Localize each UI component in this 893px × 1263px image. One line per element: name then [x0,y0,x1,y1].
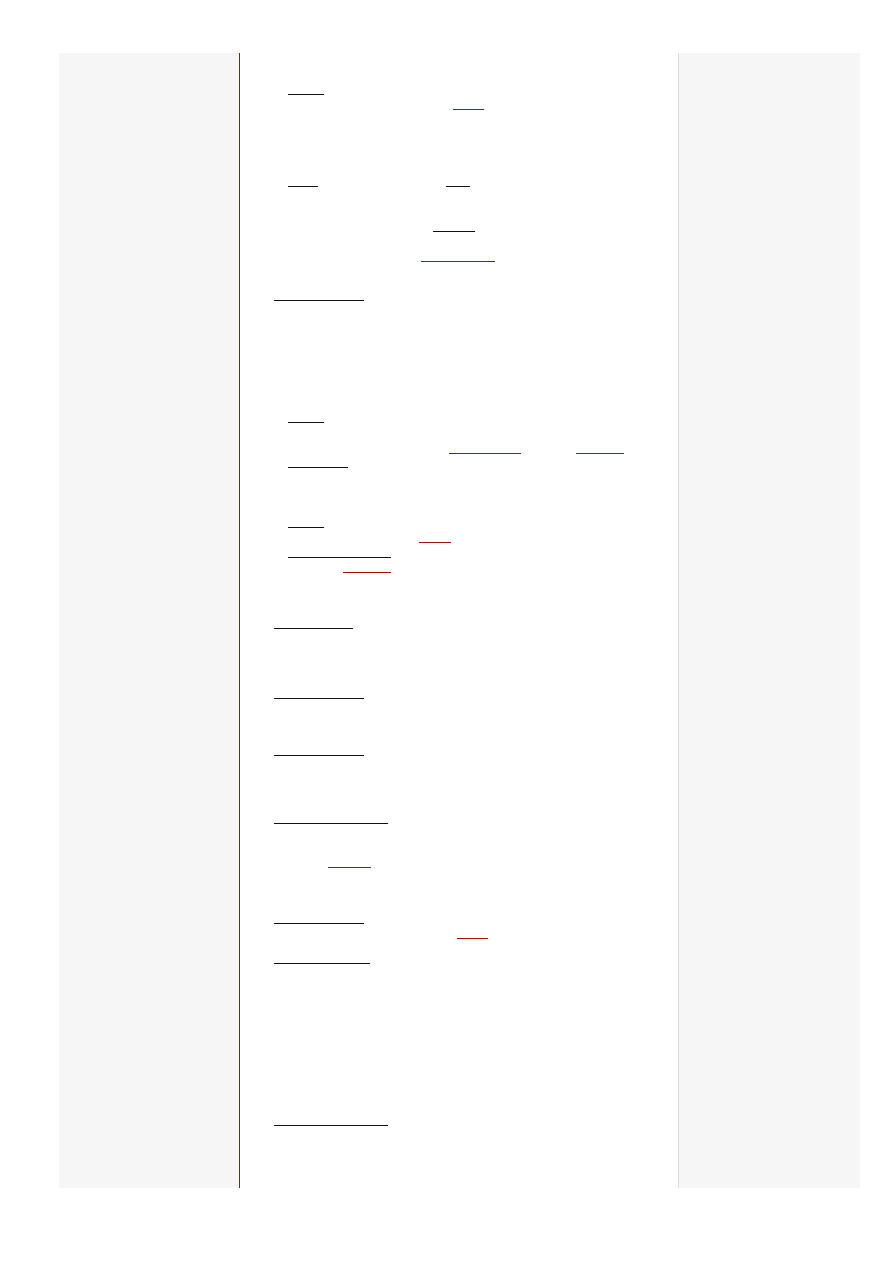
heading-underline [274,963,370,964]
right-margin [678,53,860,1188]
text-underline [446,186,470,187]
content-column [239,53,678,1188]
heading-underline [274,755,364,756]
heading-underline [274,300,364,301]
heading-underline [274,1125,388,1126]
link-underline[interactable] [419,542,451,543]
link-underline[interactable] [421,261,495,262]
text-underline [288,527,324,528]
link-underline[interactable] [576,453,624,454]
link-underline[interactable] [343,572,391,573]
link-underline[interactable] [453,109,484,110]
heading-underline [274,698,364,699]
text-underline [288,422,324,423]
text-underline [288,94,324,95]
heading-underline [274,823,388,824]
document-page [59,53,860,1188]
text-underline [433,231,475,232]
text-underline [288,186,318,187]
left-margin [59,53,239,1188]
heading-underline [274,923,364,924]
text-underline [288,557,391,558]
heading-underline [274,628,353,629]
text-underline [288,467,348,468]
link-underline[interactable] [449,453,521,454]
link-underline[interactable] [457,938,488,939]
link-underline[interactable] [328,867,371,868]
